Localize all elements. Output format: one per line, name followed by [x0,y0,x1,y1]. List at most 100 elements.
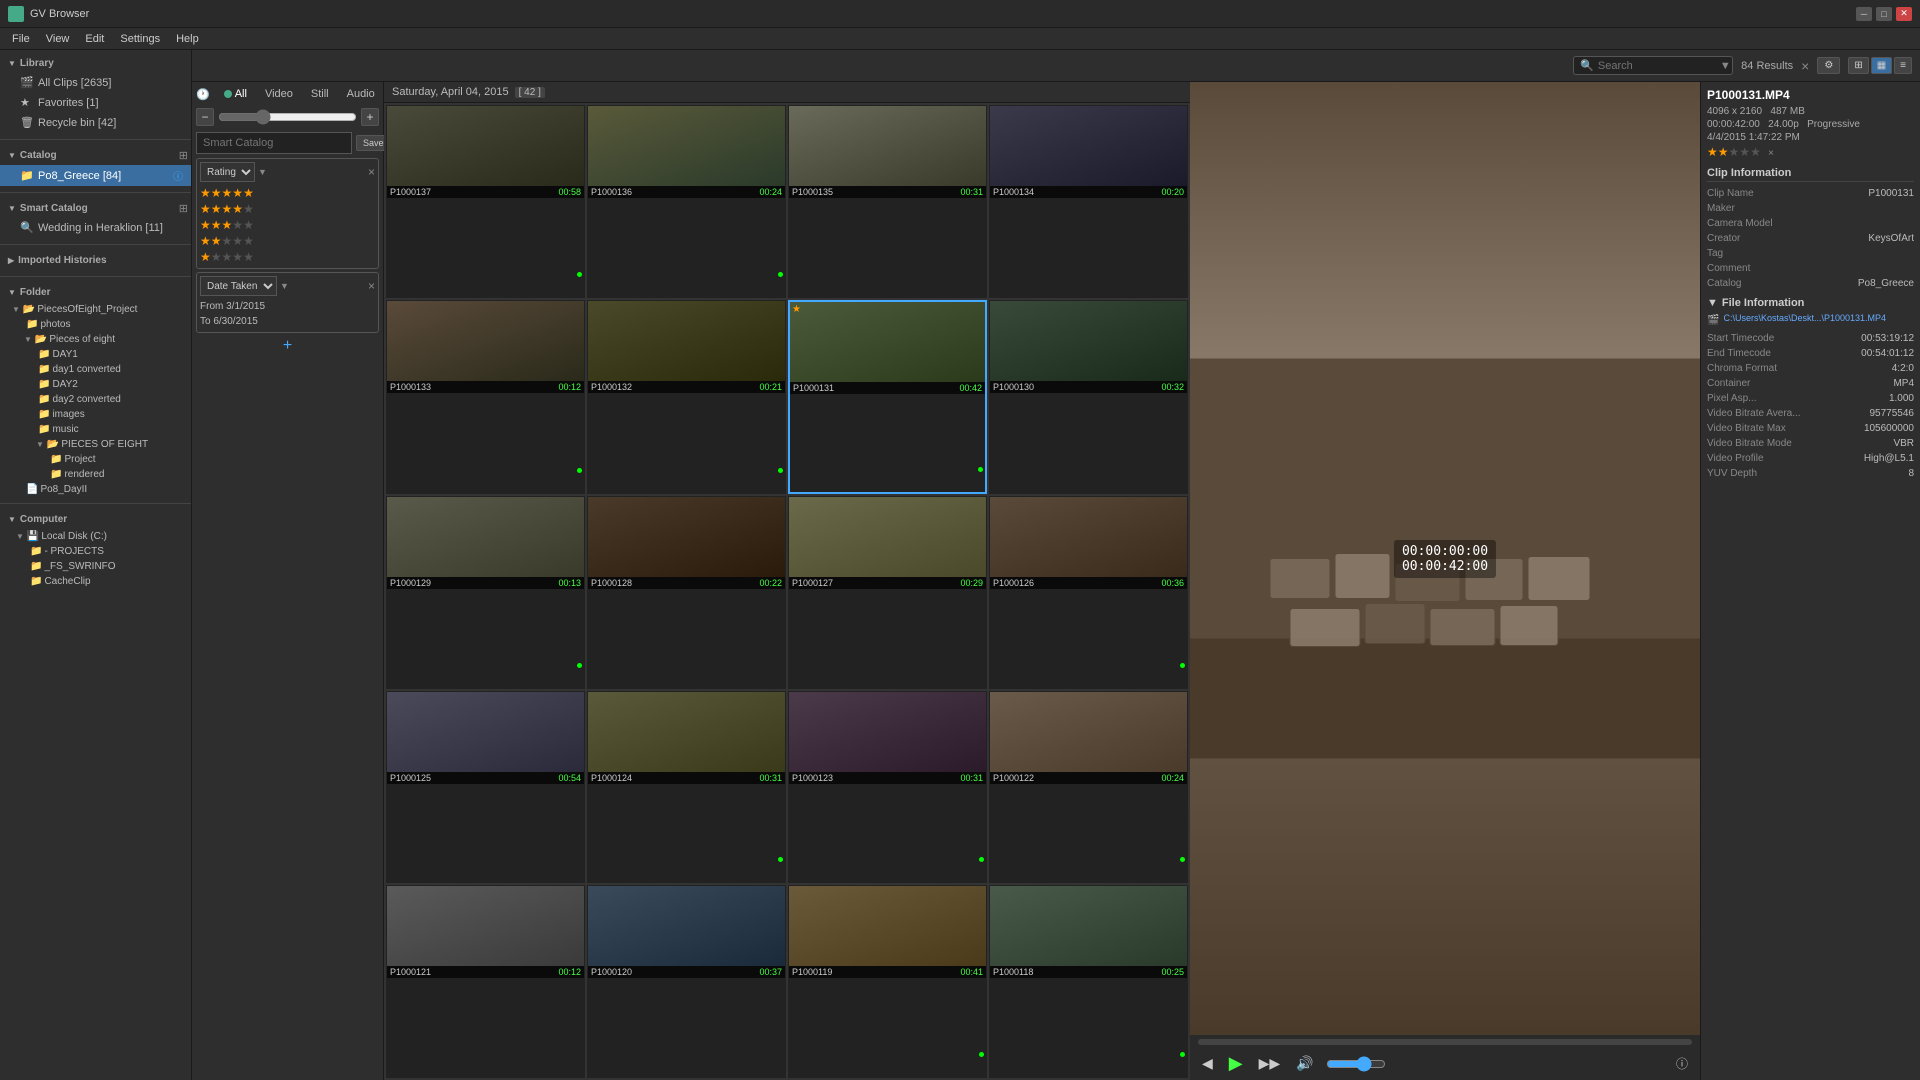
thumb-P1000133[interactable]: P1000133 00:12 [386,300,585,495]
clock-icon[interactable]: 🕐 [196,88,210,101]
clip-id-9: P1000128 [591,578,632,588]
sidebar-item-po8greece[interactable]: 📁 Po8_Greece [84] ⓘ [0,165,191,186]
filter-tab-video[interactable]: Video [257,86,301,102]
catalog-new-btn[interactable]: ⊞ [176,148,191,163]
folder-rendered[interactable]: 📁 rendered [0,467,191,482]
thumb-P1000120[interactable]: P1000120 00:37 [587,885,786,1078]
view-medium-btn[interactable]: ▦ [1871,57,1892,74]
folder-projects[interactable]: 📁 - PROJECTS [0,544,191,559]
folder-photos[interactable]: 📁 photos [0,317,191,332]
thumb-P1000118[interactable]: P1000118 00:25 [989,885,1188,1078]
forward-btn[interactable]: ▶▶ [1255,1053,1285,1074]
folder-header[interactable]: ▼ Folder [0,283,191,302]
folder-po8-dayii[interactable]: 📄 Po8_DayII [0,482,191,497]
clear-stars-btn[interactable]: × [1768,148,1774,159]
rewind-btn[interactable]: ◀ [1198,1053,1217,1074]
view-list-btn[interactable]: ≡ [1894,57,1912,74]
filter-tab-audio[interactable]: Audio [339,86,383,102]
folder-day1[interactable]: 📁 DAY1 [0,347,191,362]
stars-5[interactable]: ★★★★★ [200,185,375,201]
thumb-P1000123[interactable]: P1000123 00:31 [788,691,987,884]
folder-cacheclip[interactable]: 📁 CacheClip [0,574,191,589]
sidebar-item-favorites[interactable]: ★ Favorites [1] [0,93,191,113]
thumb-P1000137[interactable]: P1000137 00:58 [386,105,585,298]
close-button[interactable]: ✕ [1896,7,1912,21]
info-icon[interactable]: ⓘ [173,168,183,183]
folder-music[interactable]: 📁 music [0,422,191,437]
file-info-header[interactable]: ▼ File Information [1707,297,1914,309]
stars-2[interactable]: ★★★★★ [200,233,375,249]
menu-view[interactable]: View [38,31,78,47]
clip-dur-14: 00:31 [960,773,983,783]
folder-poe-caps[interactable]: ▼ 📂 PIECES OF EIGHT [0,437,191,452]
imported-header[interactable]: ▶ Imported Histories [0,251,191,270]
filter-tab-still[interactable]: Still [303,86,337,102]
folder-swrinfo[interactable]: 📁 _FS_SWRINFO [0,559,191,574]
thumb-P1000126[interactable]: P1000126 00:36 [989,496,1188,689]
thumb-P1000131[interactable]: ★ P1000131 00:42 [788,300,987,495]
thumb-P1000122[interactable]: P1000122 00:24 [989,691,1188,884]
view-grid-btn[interactable]: ⊞ [1848,57,1868,74]
zoom-slider[interactable] [218,109,357,125]
settings-btn[interactable]: ⚙ [1817,57,1840,74]
volume-slider[interactable] [1326,1056,1386,1072]
search-input[interactable] [1598,60,1718,72]
thumb-P1000128[interactable]: P1000128 00:22 [587,496,786,689]
thumb-P1000135[interactable]: P1000135 00:31 [788,105,987,298]
filter-tab-all[interactable]: All [216,86,255,102]
play-btn[interactable]: ▶ [1225,1051,1247,1076]
stars-4[interactable]: ★★★★★ [200,201,375,217]
stars-1[interactable]: ★★★★★ [200,249,375,265]
date-from: From 3/1/2015 [200,299,375,314]
menu-file[interactable]: File [4,31,38,47]
thumb-P1000130[interactable]: P1000130 00:32 [989,300,1188,495]
folder-pieces-of-eight[interactable]: ▼ 📂 Pieces of eight [0,332,191,347]
sidebar-item-allclips[interactable]: 🎬 All Clips [2635] [0,73,191,93]
rating-filter-close[interactable]: × [368,165,375,179]
rating-select[interactable]: Rating [200,162,255,182]
thumb-P1000125[interactable]: P1000125 00:54 [386,691,585,884]
thumb-P1000132[interactable]: P1000132 00:21 [587,300,786,495]
thumb-P1000136[interactable]: P1000136 00:24 [587,105,786,298]
menu-settings[interactable]: Settings [112,31,168,47]
sidebar-item-recyclebin[interactable]: 🗑 Recycle bin [42] [0,113,191,133]
folder-images[interactable]: 📁 images [0,407,191,422]
thumb-P1000119[interactable]: P1000119 00:41 [788,885,987,1078]
search-dropdown[interactable]: ▼ [1720,60,1731,72]
folder-poe-project[interactable]: ▼ 📂 PiecesOfEight_Project [0,302,191,317]
smart-catalog-header[interactable]: ▼ Smart Catalog [0,199,176,218]
library-header[interactable]: ▼ Library [0,54,191,73]
smart-catalog-add-btn[interactable]: ⊞ [176,201,191,216]
thumb-P1000124[interactable]: P1000124 00:31 [587,691,786,884]
thumb-P1000121[interactable]: P1000121 00:12 [386,885,585,1078]
catalog-label: Catalog [20,150,57,161]
date-select[interactable]: Date Taken [200,276,277,296]
info-overlay-btn[interactable]: ⓘ [1672,1053,1692,1074]
smart-catalog-input[interactable] [196,132,352,154]
zoom-in-btn[interactable]: + [361,108,379,126]
progress-bar[interactable] [1198,1039,1692,1045]
folder-project[interactable]: 📁 Project [0,452,191,467]
zoom-out-btn[interactable]: − [196,108,214,126]
thumb-P1000127[interactable]: P1000127 00:29 [788,496,987,689]
info-stars[interactable]: ★★★★★ × [1707,145,1914,159]
catalog-header[interactable]: ▼ Catalog [0,146,176,165]
maximize-button[interactable]: □ [1876,7,1892,21]
sidebar-item-wedding[interactable]: 🔍 Wedding in Heraklion [11] [0,218,191,238]
folder-day2-converted[interactable]: 📁 day2 converted [0,392,191,407]
stars-3[interactable]: ★★★★★ [200,217,375,233]
clear-results-btn[interactable]: × [1801,58,1809,74]
menu-edit[interactable]: Edit [77,31,112,47]
computer-header[interactable]: ▼ Computer [0,510,191,529]
folder-day1-converted[interactable]: 📁 day1 converted [0,362,191,377]
vbr-mode-label: Video Bitrate Mode [1707,438,1792,449]
thumb-P1000129[interactable]: P1000129 00:13 [386,496,585,689]
folder-day2[interactable]: 📁 DAY2 [0,377,191,392]
minimize-button[interactable]: ─ [1856,7,1872,21]
date-filter-close[interactable]: × [368,279,375,293]
folder-localdisk[interactable]: ▼ 💾 Local Disk (C:) [0,529,191,544]
mute-btn[interactable]: 🔊 [1292,1053,1317,1074]
thumb-P1000134[interactable]: P1000134 00:20 [989,105,1188,298]
menu-help[interactable]: Help [168,31,207,47]
add-filter-btn[interactable]: + [196,337,379,355]
